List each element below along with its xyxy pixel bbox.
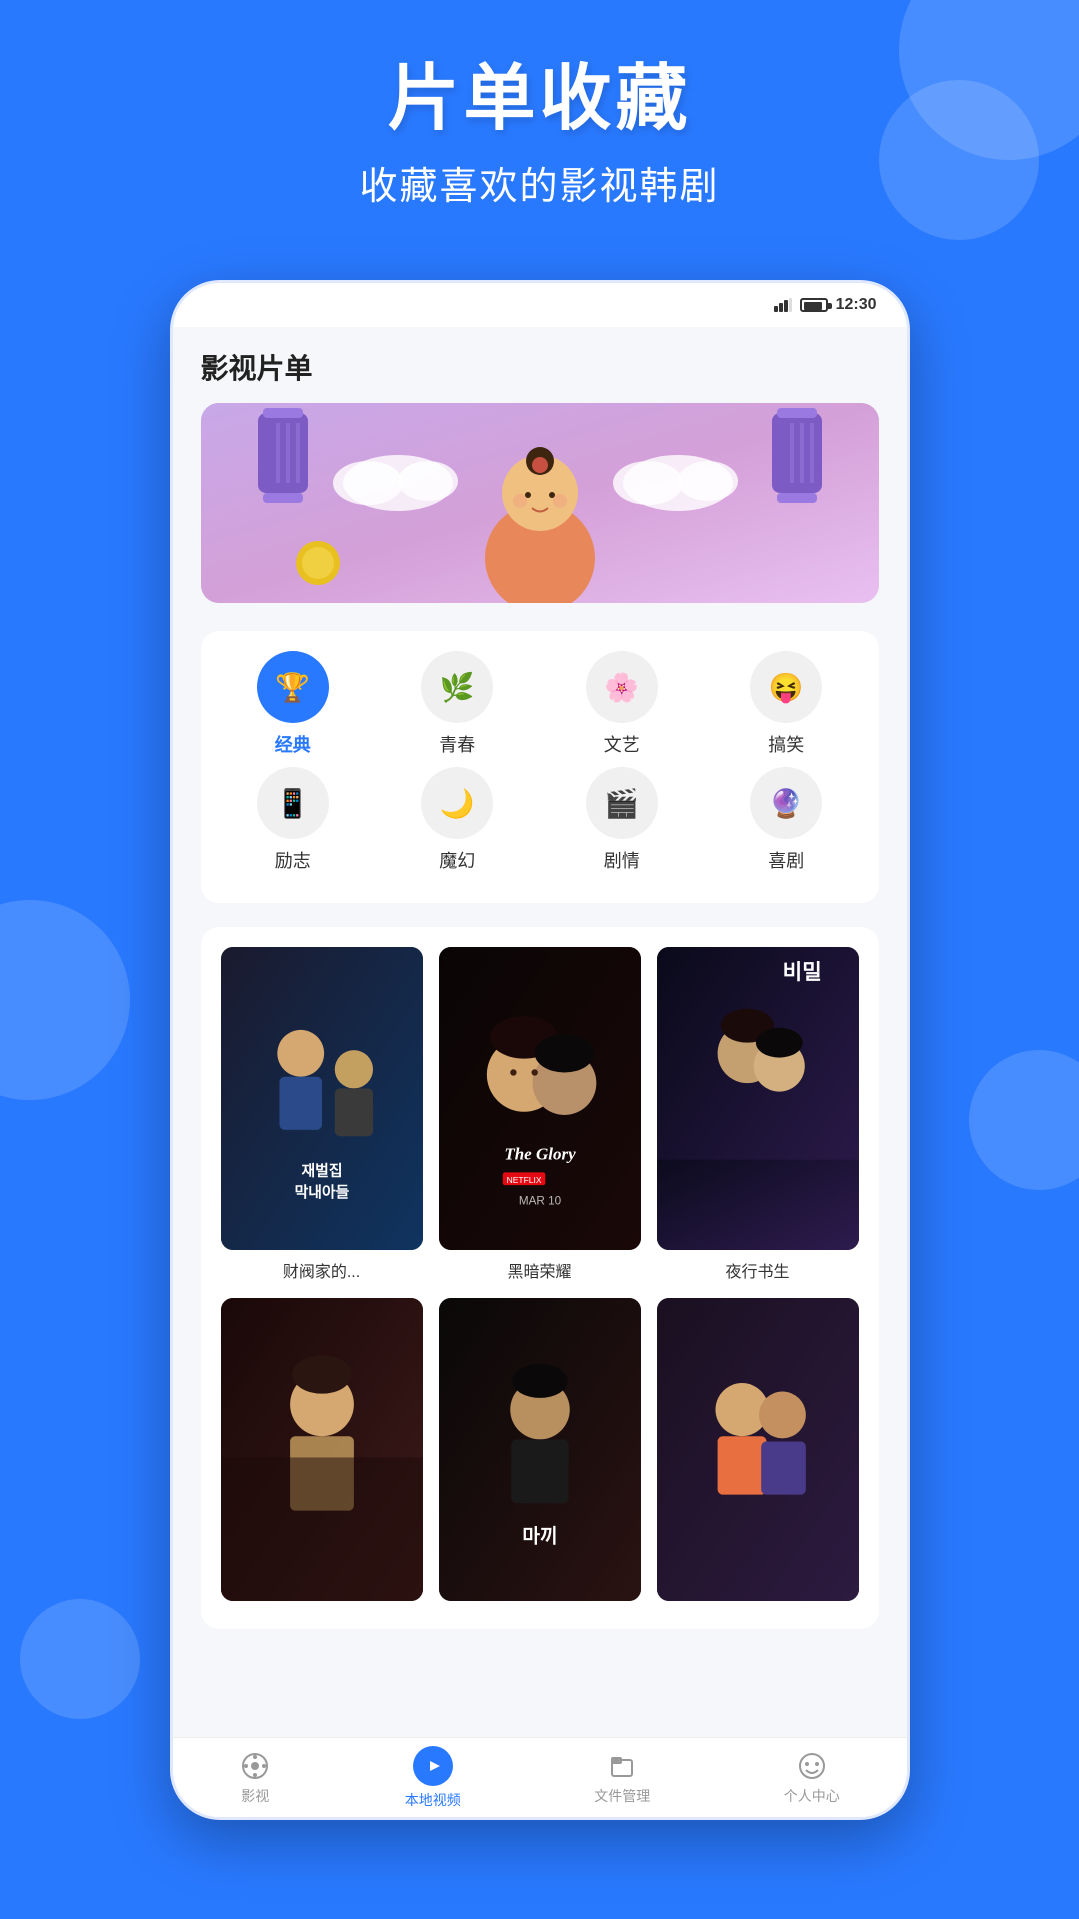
youth-icon: 🌿 <box>421 651 493 723</box>
category-inspire[interactable]: 📱 励志 <box>243 767 343 873</box>
categories-row-2: 📱 励志 🌙 魔幻 🎬 剧情 🔮 喜剧 <box>211 767 869 873</box>
categories-section: 🏆 经典 🌿 青春 🌸 文艺 😝 搞笑 📱 <box>201 631 879 903</box>
svg-text:NETFLIX: NETFLIX <box>506 1175 541 1185</box>
classic-icon: 🏆 <box>257 651 329 723</box>
movie-item-1[interactable]: 재벌집 막내아들 财阀家的... <box>221 947 423 1282</box>
svg-text:비밀: 비밀 <box>782 960 821 984</box>
bottom-nav: 影视 本地视频 文件管理 <box>173 1737 907 1817</box>
svg-text:막내아들: 막내아들 <box>294 1183 349 1201</box>
movie-poster-3: 비밀 <box>657 947 859 1250</box>
svg-text:MAR 10: MAR 10 <box>518 1194 561 1207</box>
profile-nav-icon <box>796 1750 828 1782</box>
category-sitcom[interactable]: 🔮 喜剧 <box>736 767 836 873</box>
main-title: 片单收藏 <box>0 60 1079 139</box>
movie-section: 재벌집 막내아들 财阀家的... <box>201 927 879 1629</box>
banner[interactable] <box>201 403 879 603</box>
movie-item-3[interactable]: 비밀 夜行书生 <box>657 947 859 1282</box>
inspire-label: 励志 <box>275 847 311 873</box>
comedy-icon: 😝 <box>750 651 822 723</box>
sitcom-label: 喜剧 <box>768 847 804 873</box>
movie-item-4[interactable] <box>221 1298 423 1609</box>
category-classic[interactable]: 🏆 经典 <box>243 651 343 757</box>
movie-poster-5: 마끼 <box>439 1298 641 1601</box>
movies-nav-label: 影视 <box>241 1786 269 1806</box>
fantasy-label: 魔幻 <box>439 847 475 873</box>
phone-mockup: 12:30 影视片单 <box>170 280 910 1820</box>
sub-title: 收藏喜欢的影视韩剧 <box>0 155 1079 210</box>
movie-poster-6 <box>657 1298 859 1601</box>
movie-item-2[interactable]: The Glory NETFLIX MAR 10 黑暗荣耀 <box>439 947 641 1282</box>
movie-poster-1: 재벌집 막내아들 <box>221 947 423 1250</box>
svg-text:재벌집: 재벌집 <box>301 1162 342 1180</box>
youth-label: 青春 <box>439 731 475 757</box>
bg-decoration-5 <box>20 1599 140 1719</box>
status-time: 12:30 <box>836 296 877 314</box>
files-nav-icon <box>606 1750 638 1782</box>
category-youth[interactable]: 🌿 青春 <box>407 651 507 757</box>
bg-decoration-3 <box>0 900 130 1100</box>
nav-item-local-video[interactable]: 本地视频 <box>405 1746 461 1810</box>
art-icon: 🌸 <box>586 651 658 723</box>
page-title: 影视片单 <box>201 327 879 403</box>
movie-item-6[interactable] <box>657 1298 859 1609</box>
drama-label: 剧情 <box>604 847 640 873</box>
movie-grid: 재벌집 막내아들 财阀家的... <box>221 947 859 1609</box>
categories-row-1: 🏆 经典 🌿 青春 🌸 文艺 😝 搞笑 <box>211 651 869 757</box>
category-art[interactable]: 🌸 文艺 <box>572 651 672 757</box>
movie-poster-4 <box>221 1298 423 1601</box>
sitcom-icon: 🔮 <box>750 767 822 839</box>
movie-title-2: 黑暗荣耀 <box>439 1258 641 1282</box>
local-video-nav-icon <box>413 1746 453 1786</box>
svg-text:마끼: 마끼 <box>522 1526 557 1548</box>
movie-title-1: 财阀家的... <box>221 1258 423 1282</box>
status-bar: 12:30 <box>173 283 907 327</box>
movies-nav-icon <box>239 1750 271 1782</box>
movie-title-3: 夜行书生 <box>657 1258 859 1282</box>
movie-poster-2: The Glory NETFLIX MAR 10 <box>439 947 641 1250</box>
art-label: 文艺 <box>604 731 640 757</box>
category-drama[interactable]: 🎬 剧情 <box>572 767 672 873</box>
category-fantasy[interactable]: 🌙 魔幻 <box>407 767 507 873</box>
fantasy-icon: 🌙 <box>421 767 493 839</box>
svg-text:The Glory: The Glory <box>504 1145 576 1164</box>
inspire-icon: 📱 <box>257 767 329 839</box>
signal-icon <box>774 298 792 312</box>
classic-label: 经典 <box>275 731 311 757</box>
local-video-nav-label: 本地视频 <box>405 1790 461 1810</box>
nav-item-files[interactable]: 文件管理 <box>594 1750 650 1806</box>
app-content: 影视片单 <box>173 327 907 1737</box>
category-comedy[interactable]: 😝 搞笑 <box>736 651 836 757</box>
nav-item-profile[interactable]: 个人中心 <box>784 1750 840 1806</box>
files-nav-label: 文件管理 <box>594 1786 650 1806</box>
profile-nav-label: 个人中心 <box>784 1786 840 1806</box>
header-area: 片单收藏 收藏喜欢的影视韩剧 <box>0 60 1079 210</box>
battery-icon <box>800 298 828 312</box>
comedy-label: 搞笑 <box>768 731 804 757</box>
drama-icon: 🎬 <box>586 767 658 839</box>
movie-item-5[interactable]: 마끼 <box>439 1298 641 1609</box>
nav-item-movies[interactable]: 影视 <box>239 1750 271 1806</box>
bg-decoration-4 <box>969 1050 1079 1190</box>
